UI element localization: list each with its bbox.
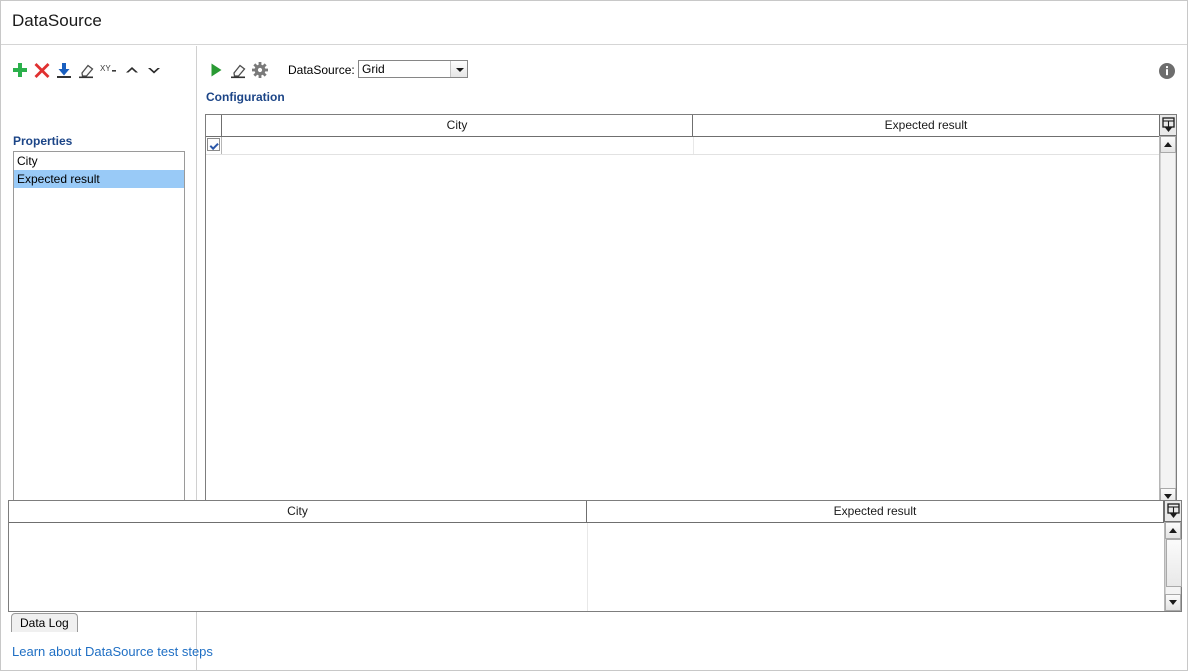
page-title: DataSource [12,11,102,31]
check-icon[interactable] [207,138,220,151]
gear-icon [250,60,270,80]
triangle-up-icon [1169,528,1177,533]
table-row[interactable] [206,137,1176,155]
log-grid-vertical-scrollbar[interactable] [1164,522,1181,611]
eraser-icon [228,60,248,80]
clear-button[interactable] [228,60,248,80]
eraser-icon [76,60,96,80]
column-header-city[interactable]: City [222,115,693,136]
info-icon[interactable] [1158,62,1176,80]
move-up-button[interactable] [122,60,142,80]
learn-about-datasource-test-steps-link[interactable]: Learn about DataSource test steps [12,644,213,659]
configuration-label: Configuration [206,90,285,104]
run-button[interactable] [206,60,226,80]
tab-data-log[interactable]: Data Log [11,613,78,632]
grid-corner-icon[interactable] [1164,501,1181,522]
delete-property-button[interactable] [32,60,52,80]
data-log-grid[interactable]: City Expected result [8,500,1182,612]
scrollbar-track[interactable] [1165,539,1181,594]
log-grid-header-row: City Expected result [9,501,1181,523]
scrollbar-thumb[interactable] [1166,539,1182,587]
plus-icon [10,60,30,80]
grid-select-all-corner[interactable] [206,115,222,136]
column-header-expected-result[interactable]: Expected result [693,115,1160,136]
datasource-select[interactable]: Grid [358,60,468,78]
properties-list[interactable]: City Expected result [13,151,185,513]
cell-divider [587,523,588,611]
list-item[interactable]: Expected result [14,170,184,188]
rename-property-button[interactable]: XY [98,60,118,80]
scroll-up-arrow[interactable] [1160,136,1176,153]
grid-vertical-scrollbar[interactable] [1159,136,1176,505]
chevron-down-icon [144,60,164,80]
settings-button[interactable] [250,60,270,80]
move-down-button[interactable] [144,60,164,80]
xy-label-icon: XY [98,60,118,80]
scrollbar-track[interactable] [1160,153,1176,488]
play-icon [206,60,226,80]
properties-toolbar: XY [10,60,190,82]
triangle-down-icon [1164,494,1172,499]
triangle-up-icon [1164,142,1172,147]
add-property-button[interactable] [10,60,30,80]
grid-corner-icon[interactable] [1159,115,1176,136]
download-icon [54,60,74,80]
cell-divider [693,137,694,154]
scroll-up-arrow[interactable] [1165,522,1181,539]
window-title-bar: DataSource [1,1,1187,45]
datasource-window: DataSource [0,0,1188,671]
log-column-header-city[interactable]: City [9,501,587,522]
clear-property-button[interactable] [76,60,96,80]
properties-label: Properties [13,134,72,148]
datasource-select-value: Grid [362,62,385,76]
chevron-down-icon[interactable] [450,61,467,77]
chevron-up-icon [122,60,142,80]
cross-icon [32,60,52,80]
list-item[interactable]: City [14,152,184,170]
log-column-header-expected-result[interactable]: Expected result [587,501,1164,522]
triangle-down-icon [1169,600,1177,605]
datasource-label: DataSource: [288,63,355,77]
import-property-button[interactable] [54,60,74,80]
row-header-checkbox[interactable] [206,137,222,154]
datasource-grid[interactable]: City Expected result [205,114,1177,506]
grid-header-row: City Expected result [206,115,1176,137]
svg-text:XY: XY [100,64,111,73]
scroll-down-arrow[interactable] [1165,594,1181,611]
